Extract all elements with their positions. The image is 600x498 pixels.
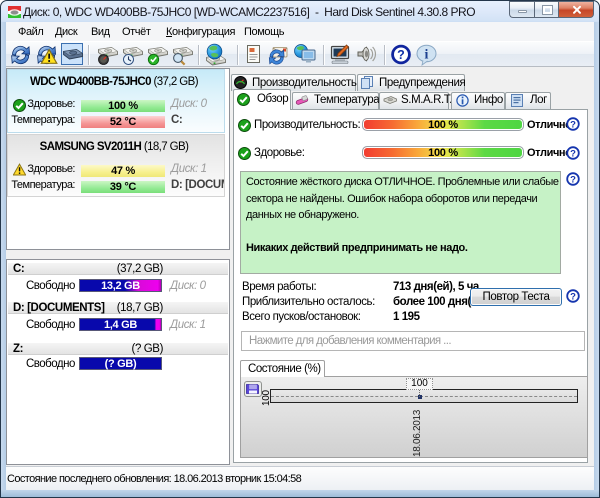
svg-text:?: ? <box>570 292 576 303</box>
svg-text:?: ? <box>570 149 576 160</box>
svg-text:?: ? <box>397 48 405 62</box>
svg-text:i: i <box>425 48 429 63</box>
svg-text:?: ? <box>570 175 576 186</box>
svg-text:?: ? <box>570 120 576 131</box>
